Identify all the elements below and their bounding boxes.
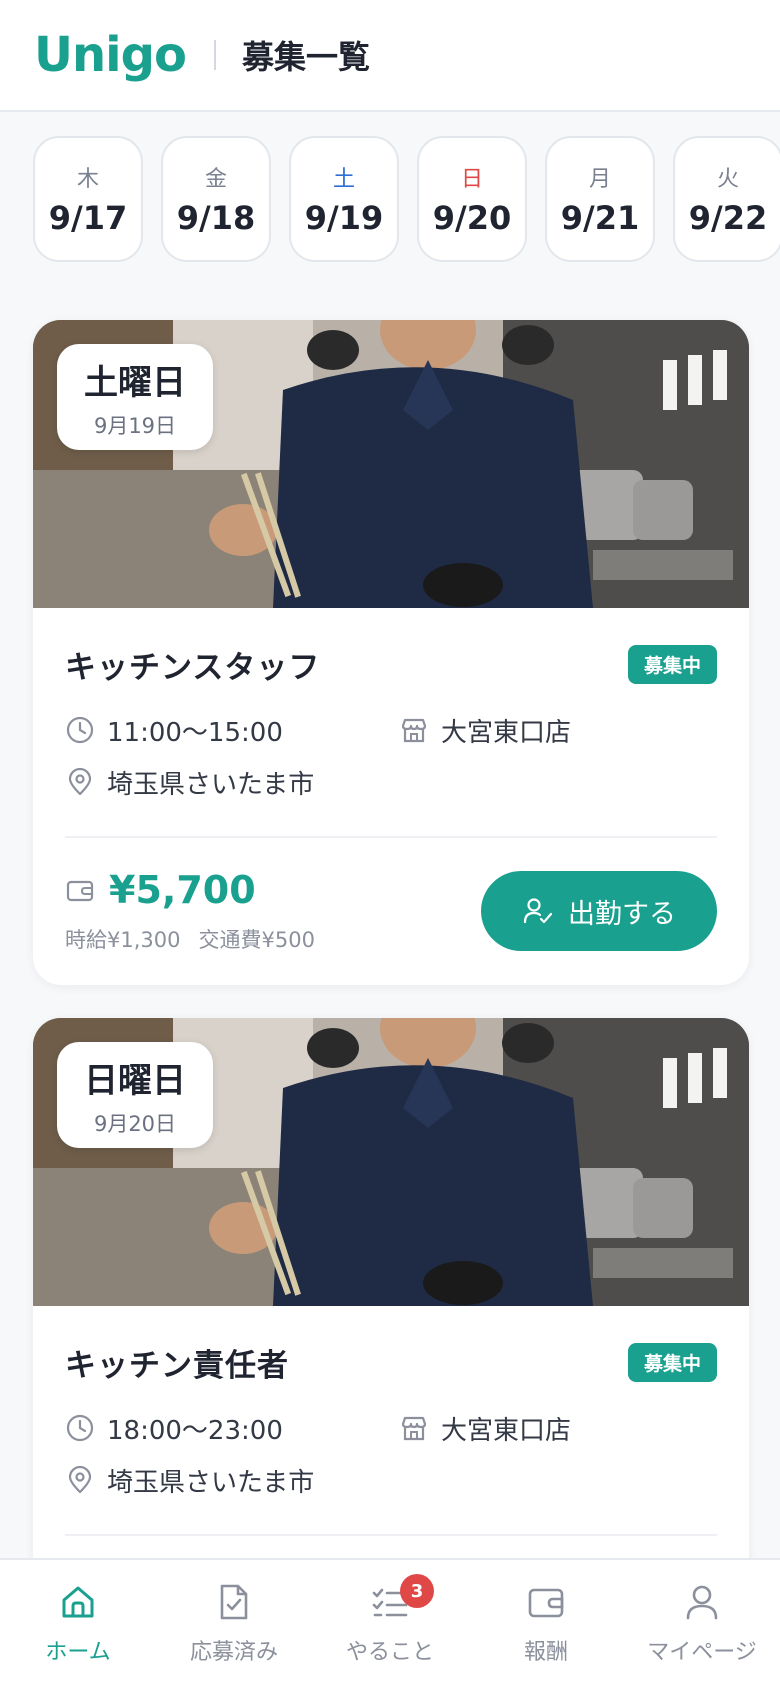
nav-applied[interactable]: 応募済み [156,1560,312,1688]
app-header: Unigo 募集一覧 [0,0,780,112]
user-icon [686,1585,718,1620]
home-icon [62,1586,94,1618]
job-title-row: キッチン責任者 募集中 [65,1342,717,1384]
nav-applied-label: 応募済み [189,1640,278,1665]
date-chip-0921[interactable]: 月 9/21 [545,136,655,262]
checkin-button[interactable]: 出勤する [481,871,717,951]
pay-row: ¥5,700 時給¥1,300 交通費¥500 出勤する [65,838,717,954]
hourly-wage: 時給¥1,300 [65,928,181,952]
info-row: 埼玉県さいたま市 [65,1454,717,1506]
wallet-icon [528,1588,564,1618]
info-row: 18:00〜23:00 大宮東口店 [65,1402,717,1454]
wallet-icon [66,880,94,902]
info-row: 11:00〜15:00 大宮東口店 [65,704,717,756]
clock-icon [66,1414,94,1442]
pay-summary: ¥5,700 時給¥1,300 交通費¥500 [65,868,315,954]
store-icon [401,1416,427,1441]
job-store-text: 大宮東口店 [441,1415,572,1446]
bottom-nav: ホーム 応募済み 3 やること 報酬 マイページ [0,1558,780,1688]
divider [65,1534,717,1536]
day-badge-date: 9月19日 [93,413,177,438]
day-badge-weekday: 日曜日 [84,1060,186,1101]
checkin-button-label: 出勤する [568,898,676,929]
job-time-text: 18:00〜23:00 [107,1415,283,1446]
user-check-icon [523,898,553,924]
location-pin-icon [68,1465,92,1494]
pay-detail: 時給¥1,300 交通費¥500 [65,924,315,954]
status-badge: 募集中 [627,1342,717,1382]
pay-total: ¥5,700 [109,868,256,912]
job-photo: 土曜日 9月19日 [33,320,749,608]
job-title: キッチンスタッフ [65,649,321,686]
job-location-text: 埼玉県さいたま市 [107,1467,315,1498]
job-title-row: キッチンスタッフ 募集中 [65,644,717,686]
job-photo: 日曜日 9月20日 [33,1018,749,1306]
day-badge-weekday: 土曜日 [84,362,186,403]
nav-mypage-label: マイページ [647,1640,757,1665]
date-chip-0920[interactable]: 日 9/20 [417,136,527,262]
date-chip-weekday: 金 [204,167,227,192]
store-icon [401,718,427,743]
nav-todo[interactable]: 3 やること [312,1560,468,1688]
info-row: 埼玉県さいたま市 [65,756,717,808]
date-chip-0918[interactable]: 金 9/18 [161,136,271,262]
date-chip-date: 9/19 [304,199,384,237]
document-check-icon [220,1584,248,1620]
job-store: 大宮東口店 [399,1410,571,1447]
app-logo[interactable]: Unigo [34,27,187,83]
date-chip-weekday: 日 [460,167,483,192]
transport-fee: 交通費¥500 [198,928,315,952]
job-store-text: 大宮東口店 [441,717,572,748]
location-pin-icon [68,767,92,796]
clock-icon [66,716,94,744]
job-time-text: 11:00〜15:00 [107,717,283,748]
job-time: 11:00〜15:00 [65,712,399,749]
nav-home[interactable]: ホーム [0,1560,156,1688]
day-badge: 日曜日 9月20日 [57,1042,213,1148]
date-chip-date: 9/22 [688,199,768,237]
nav-reward[interactable]: 報酬 [468,1560,624,1688]
date-chip-date: 9/21 [560,199,640,237]
job-location: 埼玉県さいたま市 [65,1462,314,1499]
day-badge-date: 9月20日 [93,1111,177,1136]
job-card-body: キッチンスタッフ 募集中 11:00〜15:00 大宮東口店 埼玉県さいたま市 … [33,608,749,954]
day-badge: 土曜日 9月19日 [57,344,213,450]
nav-todo-label: やること [345,1640,434,1665]
pay-total-row: ¥5,700 [65,868,315,912]
job-location: 埼玉県さいたま市 [65,764,314,801]
job-card[interactable]: 土曜日 9月19日 キッチンスタッフ 募集中 11:00〜15:00 大宮東口店… [33,320,749,985]
job-title: キッチン責任者 [65,1347,289,1384]
header-divider [213,40,216,70]
page-title: 募集一覧 [241,38,370,76]
todo-count-badge: 3 [400,1574,434,1608]
job-info: 11:00〜15:00 大宮東口店 埼玉県さいたま市 [65,704,717,808]
date-chip-date: 9/17 [48,199,128,237]
job-time: 18:00〜23:00 [65,1410,399,1447]
nav-mypage[interactable]: マイページ [624,1560,780,1688]
date-chip-weekday: 木 [76,167,99,192]
nav-home-label: ホーム [45,1640,111,1665]
date-chip-date: 9/18 [176,199,256,237]
job-info: 18:00〜23:00 大宮東口店 埼玉県さいたま市 [65,1402,717,1506]
date-chip-date: 9/20 [432,199,512,237]
nav-reward-label: 報酬 [523,1640,568,1665]
job-store: 大宮東口店 [399,712,571,749]
status-badge: 募集中 [627,644,717,684]
date-chip-weekday: 火 [716,167,739,192]
job-card-body: キッチン責任者 募集中 18:00〜23:00 大宮東口店 埼玉県さいたま市 [33,1306,749,1536]
date-chip-0919[interactable]: 土 9/19 [289,136,399,262]
date-chip-weekday: 土 [332,167,355,192]
date-selector[interactable]: 木 9/17 金 9/18 土 9/19 日 9/20 月 9/21 火 9/2… [0,136,780,264]
job-location-text: 埼玉県さいたま市 [107,769,315,800]
date-chip-0922[interactable]: 火 9/22 [673,136,780,262]
date-chip-weekday: 月 [588,167,611,192]
date-chip-0917[interactable]: 木 9/17 [33,136,143,262]
